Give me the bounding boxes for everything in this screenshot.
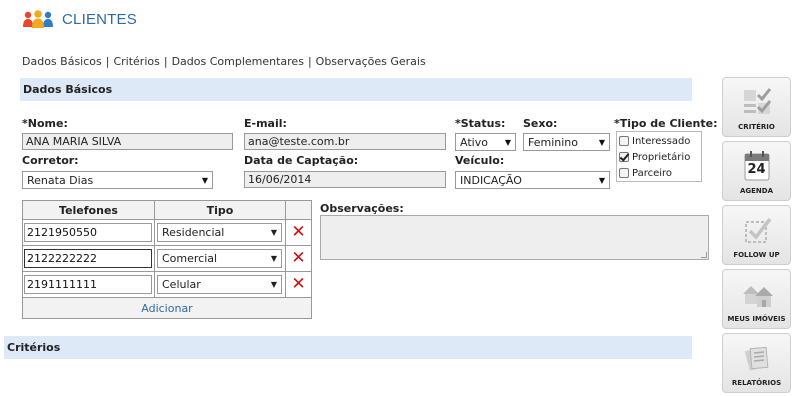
tipo-option-interessado[interactable]: Interessado (619, 133, 699, 149)
add-phone-button[interactable]: Adicionar (23, 298, 311, 318)
meus-imoveis-button[interactable]: MEUS IMÓVEIS (722, 269, 791, 329)
phones-table: Telefones Tipo 2121950550 Residencial ▼ ✕… (22, 200, 312, 319)
sexo-label: Sexo: (523, 117, 558, 130)
tipo-option-parceiro[interactable]: Parceiro (619, 165, 699, 181)
veiculo-select[interactable]: INDICAÇÃO ▼ (455, 171, 610, 189)
nav-link-criterios[interactable]: Critérios (113, 55, 159, 68)
tipo-cliente-group: Interessado Proprietário Parceiro (616, 131, 702, 182)
tipo-option-label: Proprietário (632, 151, 691, 163)
phone-type-select[interactable]: Residencial ▼ (157, 223, 282, 242)
nome-label: *Nome: (22, 117, 68, 130)
chevron-down-icon: ▼ (201, 175, 208, 185)
section-header-dados-basicos[interactable]: Dados Básicos (20, 78, 692, 101)
observacoes-label: Observações: (320, 202, 404, 215)
checkbox-proprietario[interactable] (619, 152, 629, 162)
col-header-telefones: Telefones (23, 201, 155, 219)
follow-up-button-label: FOLLOW UP (733, 251, 780, 259)
nav-link-dados-basicos[interactable]: Dados Básicos (22, 55, 102, 68)
agenda-button[interactable]: 24 AGENDA (722, 141, 791, 201)
meus-imoveis-button-label: MEUS IMÓVEIS (727, 315, 786, 323)
nav-link-observacoes-gerais[interactable]: Observações Gerais (316, 55, 426, 68)
chevron-down-icon: ▼ (598, 137, 605, 147)
corretor-label: Corretor: (22, 154, 79, 167)
sexo-select-value: Feminino (528, 135, 578, 149)
delete-icon[interactable]: ✕ (291, 250, 305, 267)
email-field[interactable]: ana@teste.com.br (244, 133, 446, 150)
phone-type-value: Comercial (162, 252, 218, 265)
delete-icon[interactable]: ✕ (291, 224, 305, 241)
reports-icon (744, 346, 769, 371)
col-header-actions (286, 201, 311, 219)
checklist-icon (744, 88, 772, 114)
tipo-cliente-label: *Tipo de Cliente: (614, 117, 718, 130)
tipo-option-label: Interessado (632, 135, 691, 147)
status-select-value: Ativo (460, 135, 488, 149)
calendar-day: 24 (747, 162, 766, 177)
chevron-down-icon: ▼ (598, 175, 605, 185)
section-nav: Dados Básicos | Critérios | Dados Complement… (22, 55, 426, 68)
resize-handle-icon[interactable] (701, 252, 707, 258)
chevron-down-icon: ▼ (270, 280, 277, 289)
checkbox-parceiro[interactable] (619, 168, 629, 178)
table-row: 2122222222 Comercial ▼ ✕ (23, 246, 311, 272)
captacao-label: Data de Captação: (244, 154, 359, 167)
criterio-button-label: CRITÉRIO (738, 123, 775, 131)
checkbox-interessado[interactable] (619, 136, 629, 146)
status-label: *Status: (455, 117, 506, 130)
chevron-down-icon: ▼ (270, 228, 277, 237)
table-row: 2191111111 Celular ▼ ✕ (23, 272, 311, 298)
page-title: CLIENTES (62, 10, 137, 28)
follow-up-button[interactable]: FOLLOW UP (722, 205, 791, 265)
phone-type-select[interactable]: Celular ▼ (157, 275, 282, 294)
followup-check-icon (745, 217, 772, 243)
nav-link-dados-complementares[interactable]: Dados Complementares (172, 55, 304, 68)
veiculo-label: Veículo: (455, 154, 505, 167)
phone-input[interactable]: 2122222222 (24, 249, 152, 268)
chevron-down-icon: ▼ (270, 254, 277, 263)
nav-separator: | (307, 55, 312, 68)
observacoes-textarea[interactable] (320, 215, 709, 260)
veiculo-select-value: INDICAÇÃO (460, 173, 522, 187)
status-select[interactable]: Ativo ▼ (455, 133, 516, 151)
page-header: CLIENTES (22, 9, 137, 29)
chevron-down-icon: ▼ (504, 137, 511, 147)
data-captacao-field[interactable]: 16/06/2014 (244, 171, 446, 188)
nav-separator: | (163, 55, 168, 68)
houses-icon (743, 286, 773, 307)
relatorios-button-label: RELATÓRIOS (731, 379, 782, 387)
phones-table-header: Telefones Tipo (23, 201, 311, 220)
phone-type-select[interactable]: Comercial ▼ (157, 249, 282, 268)
section-header-criterios[interactable]: Critérios (4, 336, 692, 359)
phone-type-value: Residencial (162, 226, 225, 239)
users-icon (22, 9, 54, 29)
col-header-tipo: Tipo (155, 201, 286, 219)
phone-input[interactable]: 2121950550 (24, 223, 152, 242)
phone-type-value: Celular (162, 278, 201, 291)
nome-field[interactable]: ANA MARIA SILVA (22, 133, 233, 150)
agenda-button-label: AGENDA (739, 187, 774, 195)
phone-input[interactable]: 2191111111 (24, 275, 152, 294)
tipo-option-label: Parceiro (632, 167, 673, 179)
sexo-select[interactable]: Feminino ▼ (523, 133, 610, 151)
tipo-option-proprietario[interactable]: Proprietário (619, 149, 699, 165)
delete-icon[interactable]: ✕ (291, 276, 305, 293)
email-label: E-mail: (244, 117, 287, 130)
relatorios-button[interactable]: RELATÓRIOS (722, 333, 791, 393)
corretor-select[interactable]: Renata Dias ▼ (22, 171, 213, 189)
corretor-select-value: Renata Dias (27, 173, 94, 187)
nav-separator: | (105, 55, 110, 68)
table-row: 2121950550 Residencial ▼ ✕ (23, 220, 311, 246)
criterio-button[interactable]: CRITÉRIO (722, 77, 791, 137)
